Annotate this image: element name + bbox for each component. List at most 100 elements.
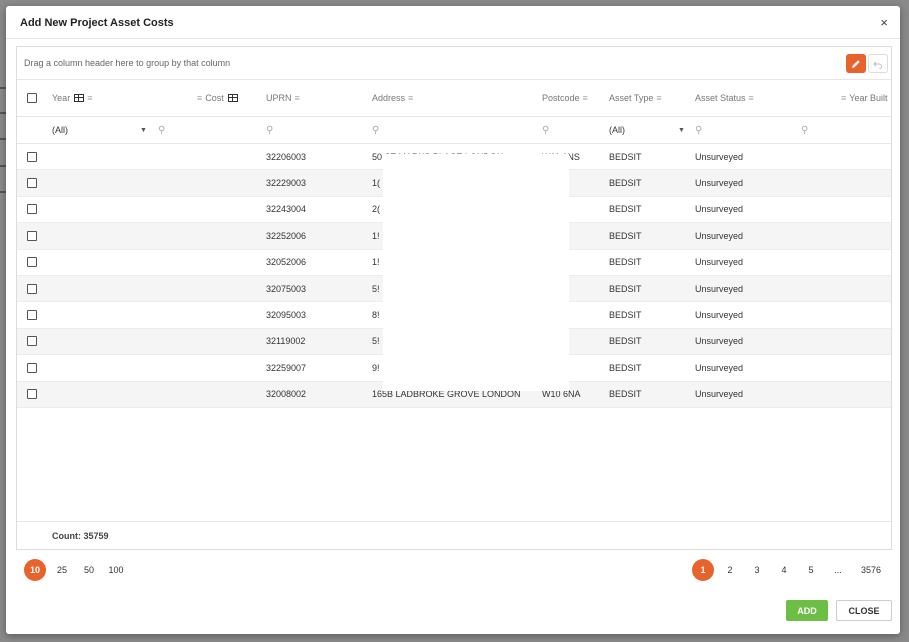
page-size-option[interactable]: 50 <box>78 559 100 581</box>
chevron-down-icon[interactable]: ▼ <box>678 117 685 143</box>
row-select-cell <box>27 355 37 380</box>
column-header-asset-type[interactable]: Asset Type ≡ <box>609 80 662 116</box>
assets-grid: Drag a column header here to group by th… <box>16 46 892 550</box>
row-select-cell <box>27 170 37 195</box>
asset-type-cell: BEDSIT <box>609 178 642 189</box>
row-checkbox[interactable] <box>27 178 37 189</box>
sort-icon[interactable]: ≡ <box>656 93 661 103</box>
address-cell: 2( <box>372 204 381 215</box>
address-cell: 5! <box>372 336 380 347</box>
year-filter-value: (All) <box>52 125 68 135</box>
asset-type-cell: BEDSIT <box>609 389 642 400</box>
search-icon[interactable]: ⚲ <box>158 117 165 143</box>
pagination: 1 2 3 4 5 ... 3576 <box>692 559 893 581</box>
page-button[interactable]: 5 <box>800 559 822 581</box>
column-header-address[interactable]: Address ≡ <box>372 80 413 116</box>
page-button[interactable]: 3576 <box>854 559 888 581</box>
sort-icon[interactable]: ≡ <box>295 93 300 103</box>
column-header-uprn[interactable]: UPRN ≡ <box>266 80 300 116</box>
table-icon[interactable] <box>227 94 238 102</box>
sort-icon[interactable]: ≡ <box>408 93 413 103</box>
group-panel: Drag a column header here to group by th… <box>17 47 891 80</box>
page-button[interactable]: 1 <box>692 559 714 581</box>
asset-status-cell: Unsurveyed <box>695 336 744 347</box>
filter-row: (All) ▼ ⚲ ⚲ ⚲ ⚲ (All) ▼ ⚲ ⚲ <box>17 117 891 144</box>
dialog-header: Add New Project Asset Costs × <box>6 6 900 39</box>
select-all-checkbox[interactable] <box>27 93 37 103</box>
sort-icon[interactable]: ≡ <box>87 93 92 103</box>
page-button[interactable]: 2 <box>719 559 741 581</box>
pencil-icon <box>852 59 860 68</box>
row-checkbox[interactable] <box>27 204 37 215</box>
asset-status-cell: Unsurveyed <box>695 257 744 268</box>
select-all-cell <box>27 80 37 116</box>
table-icon[interactable] <box>74 94 85 102</box>
page-size-option[interactable]: 10 <box>24 559 46 581</box>
uprn-cell: 32008002 <box>266 389 307 400</box>
group-hint: Drag a column header here to group by th… <box>24 58 231 68</box>
asset-type-cell: BEDSIT <box>609 204 642 215</box>
asset-status-cell: Unsurveyed <box>695 362 744 373</box>
search-icon[interactable]: ⚲ <box>695 117 702 143</box>
edit-button[interactable] <box>846 54 866 73</box>
grid-footer: Count: 35759 <box>17 521 891 549</box>
uprn-cell: 32052006 <box>266 257 307 268</box>
column-header-asset-status[interactable]: Asset Status ≡ <box>695 80 754 116</box>
sort-icon[interactable]: ≡ <box>583 93 588 103</box>
column-label: Cost <box>205 93 224 103</box>
search-icon[interactable]: ⚲ <box>266 117 273 143</box>
sort-icon[interactable]: ≡ <box>841 93 846 103</box>
chevron-down-icon[interactable]: ▼ <box>140 117 147 143</box>
row-select-cell <box>27 197 37 222</box>
address-cell: 5! <box>372 283 380 294</box>
column-label: Address <box>372 93 406 103</box>
asset-type-filter-select[interactable]: (All) <box>609 117 625 143</box>
page-button[interactable]: 4 <box>773 559 795 581</box>
address-cell: 1( <box>372 178 381 189</box>
uprn-cell: 32252006 <box>266 230 307 241</box>
asset-type-cell: BEDSIT <box>609 151 642 162</box>
asset-status-cell: Unsurveyed <box>695 230 744 241</box>
search-icon[interactable]: ⚲ <box>372 117 379 143</box>
column-header-postcode[interactable]: Postcode ≡ <box>542 80 588 116</box>
redaction-block <box>383 154 569 391</box>
year-filter-select[interactable]: (All) <box>52 117 68 143</box>
column-header-cost[interactable]: ≡ Cost <box>197 80 238 116</box>
close-icon[interactable]: × <box>880 15 888 30</box>
page-size-selector: 10 25 50 100 <box>24 559 132 581</box>
row-checkbox[interactable] <box>27 336 37 347</box>
asset-status-cell: Unsurveyed <box>695 283 744 294</box>
sort-icon[interactable]: ≡ <box>749 93 754 103</box>
undo-button[interactable] <box>868 54 888 73</box>
column-label: UPRN <box>266 93 292 103</box>
asset-status-cell: Unsurveyed <box>695 151 744 162</box>
column-label: Postcode <box>542 93 580 103</box>
row-checkbox[interactable] <box>27 362 37 373</box>
add-button[interactable]: ADD <box>786 600 828 621</box>
row-checkbox[interactable] <box>27 151 37 162</box>
column-label: Asset Status <box>695 93 746 103</box>
row-select-cell <box>27 382 37 407</box>
row-checkbox[interactable] <box>27 389 37 400</box>
row-checkbox[interactable] <box>27 230 37 241</box>
row-checkbox[interactable] <box>27 310 37 321</box>
row-checkbox[interactable] <box>27 257 37 268</box>
column-header-year-built[interactable]: ≡ Year Built <box>841 80 887 116</box>
column-label: Year <box>52 93 71 103</box>
page-size-option[interactable]: 25 <box>51 559 73 581</box>
asset-type-cell: BEDSIT <box>609 230 642 241</box>
column-header-year[interactable]: Year ≡ <box>52 80 92 116</box>
asset-type-filter-value: (All) <box>609 125 625 135</box>
page-button[interactable]: 3 <box>746 559 768 581</box>
sort-icon[interactable]: ≡ <box>197 93 202 103</box>
column-label: Year Built <box>849 93 888 103</box>
uprn-cell: 32075003 <box>266 283 307 294</box>
row-select-cell <box>27 302 37 327</box>
page-ellipsis: ... <box>834 565 842 575</box>
page-size-option[interactable]: 100 <box>105 559 127 581</box>
search-icon[interactable]: ⚲ <box>542 117 549 143</box>
uprn-cell: 32243004 <box>266 204 307 215</box>
close-button[interactable]: CLOSE <box>836 600 892 621</box>
search-icon[interactable]: ⚲ <box>801 117 808 143</box>
row-checkbox[interactable] <box>27 283 37 294</box>
